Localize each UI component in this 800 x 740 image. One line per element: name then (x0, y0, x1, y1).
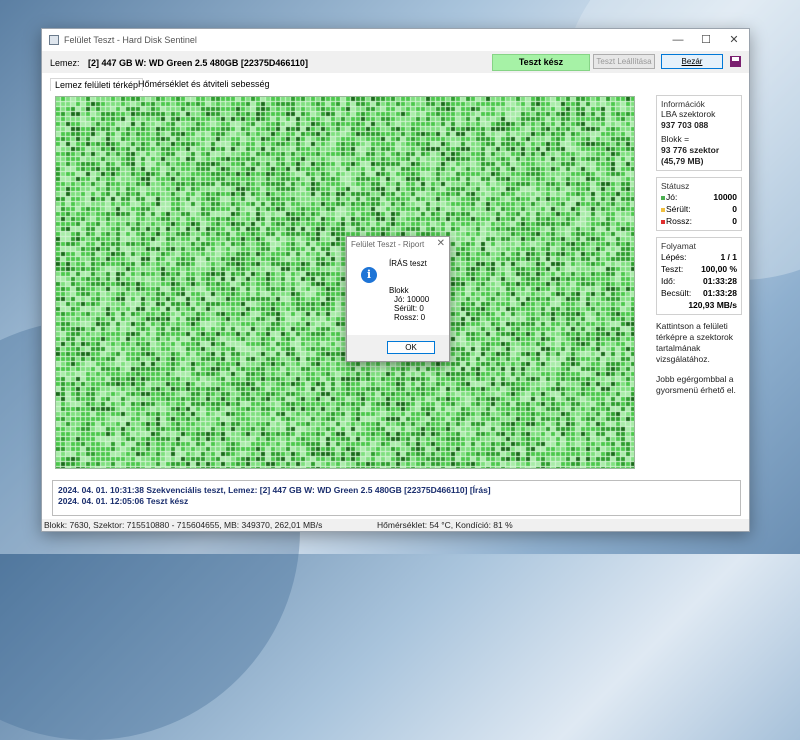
status-panel: Státusz Jó: 10000 Sérült: 0 Rossz: 0 (656, 177, 742, 231)
dialog-title-bar: Felület Teszt - Riport ✕ (347, 237, 449, 251)
time-row: Idő: 01:33:28 (661, 275, 737, 287)
step-value: 1 / 1 (720, 252, 737, 262)
damaged-label: Sérült: (666, 204, 691, 214)
disk-name: [2] 447 GB W: WD Green 2.5 480GB [22375D… (88, 58, 308, 68)
bad-row: Rossz: 0 (661, 215, 737, 227)
test-row: Teszt: 100,00 % (661, 263, 737, 275)
block-value: 93 776 szektor (661, 145, 720, 155)
test-label: Teszt: (661, 264, 684, 274)
damaged-row: Sérült: 0 (661, 203, 737, 215)
app-icon (49, 35, 59, 45)
temperature-status: Hőmérséklet: 54 °C, Kondíció: 81 % (377, 520, 513, 530)
stop-test-button[interactable]: Teszt Leállítása (593, 54, 655, 69)
good-label: Jó: (666, 192, 678, 202)
tab-temperature-speed[interactable]: Hőmérséklet és átviteli sebesség (134, 78, 274, 90)
step-row: Lépés: 1 / 1 (661, 251, 737, 263)
progress-panel: Folyamat Lépés: 1 / 1 Teszt: 100,00 % Idő:… (656, 237, 742, 315)
info-title: Információk (661, 99, 705, 109)
sidebar: Információk LBA szektorok 937 703 088 Bl… (656, 95, 742, 396)
good-value: 10000 (713, 192, 737, 202)
good-row: Jó: 10000 (661, 191, 737, 203)
info-icon: i (361, 267, 377, 283)
event-log[interactable]: 2024. 04. 01. 10:31:38 Szekvenciális tes… (52, 480, 741, 516)
toolbar: Lemez: [2] 447 GB W: WD Green 2.5 480GB … (42, 51, 749, 74)
block-status: Blokk: 7630, Szektor: 715510880 - 715604… (44, 520, 323, 530)
hint-click: Kattintson a felületi térképre a szektor… (656, 321, 734, 364)
damaged-color-icon (661, 207, 665, 212)
bad-label: Rossz: (666, 216, 692, 226)
close-icon[interactable]: ✕ (723, 32, 745, 48)
speed-value: 120,93 MB/s (688, 300, 737, 310)
dialog-close-icon[interactable]: ✕ (437, 238, 445, 249)
disk-label: Lemez: (50, 58, 80, 68)
surface-map[interactable] (55, 96, 635, 469)
dialog-title: Felület Teszt - Riport (351, 240, 425, 249)
hint-right-click: Jobb egérgombbal a gyorsmenü érhető el. (656, 374, 736, 395)
dialog-heading: ÍRÁS teszt (389, 259, 427, 268)
time-label: Idő: (661, 276, 676, 286)
time-value: 01:33:28 (702, 276, 737, 286)
good-color-icon (661, 195, 665, 200)
estimate-value: 01:33:28 (702, 288, 737, 298)
surface-map-blocks[interactable] (56, 97, 634, 468)
bad-color-icon (661, 219, 665, 224)
lba-value: 937 703 088 (661, 120, 709, 130)
progress-title: Folyamat (661, 241, 696, 251)
status-bar: Blokk: 7630, Szektor: 715510880 - 715604… (42, 519, 749, 531)
estimate-label: Becsült: (661, 288, 692, 298)
save-icon[interactable] (730, 56, 741, 67)
tab-bar: Lemez felületi térkép Hőmérséklet és átv… (42, 73, 749, 95)
log-entry: 2024. 04. 01. 12:05:06 Teszt kész (58, 496, 189, 506)
close-button[interactable]: Bezár (661, 54, 723, 69)
test-status: Teszt kész (492, 54, 590, 71)
log-entry: 2024. 04. 01. 10:31:38 Szekvenciális tes… (58, 485, 491, 495)
report-dialog: Felület Teszt - Riport ✕ i ÍRÁS teszt Bl… (346, 236, 450, 362)
block-label: Blokk = (661, 134, 690, 144)
bad-value: 0 (732, 216, 737, 226)
status-title: Státusz (661, 181, 690, 191)
estimate-row: Becsült: 01:33:28 (661, 287, 737, 299)
ok-button[interactable]: OK (387, 341, 435, 354)
window-title: Felület Teszt - Hard Disk Sentinel (64, 35, 197, 45)
minimize-icon[interactable]: — (667, 32, 689, 48)
step-label: Lépés: (661, 252, 687, 262)
info-panel: Információk LBA szektorok 937 703 088 Bl… (656, 95, 742, 171)
title-bar: Felület Teszt - Hard Disk Sentinel — ☐ ✕ (42, 29, 749, 51)
damaged-value: 0 (732, 204, 737, 214)
dialog-bad: Rossz: 0 (394, 313, 426, 322)
maximize-icon[interactable]: ☐ (695, 32, 717, 48)
speed-row: 120,93 MB/s (661, 299, 737, 311)
block-size: (45,79 MB) (661, 156, 704, 166)
lba-label: LBA szektorok (661, 109, 716, 119)
tab-surface-map[interactable]: Lemez felületi térkép (50, 78, 144, 91)
dialog-body: i ÍRÁS teszt Blokk Jó: 10000 Sérült: 0 R… (347, 251, 449, 335)
test-value: 100,00 % (701, 264, 737, 274)
